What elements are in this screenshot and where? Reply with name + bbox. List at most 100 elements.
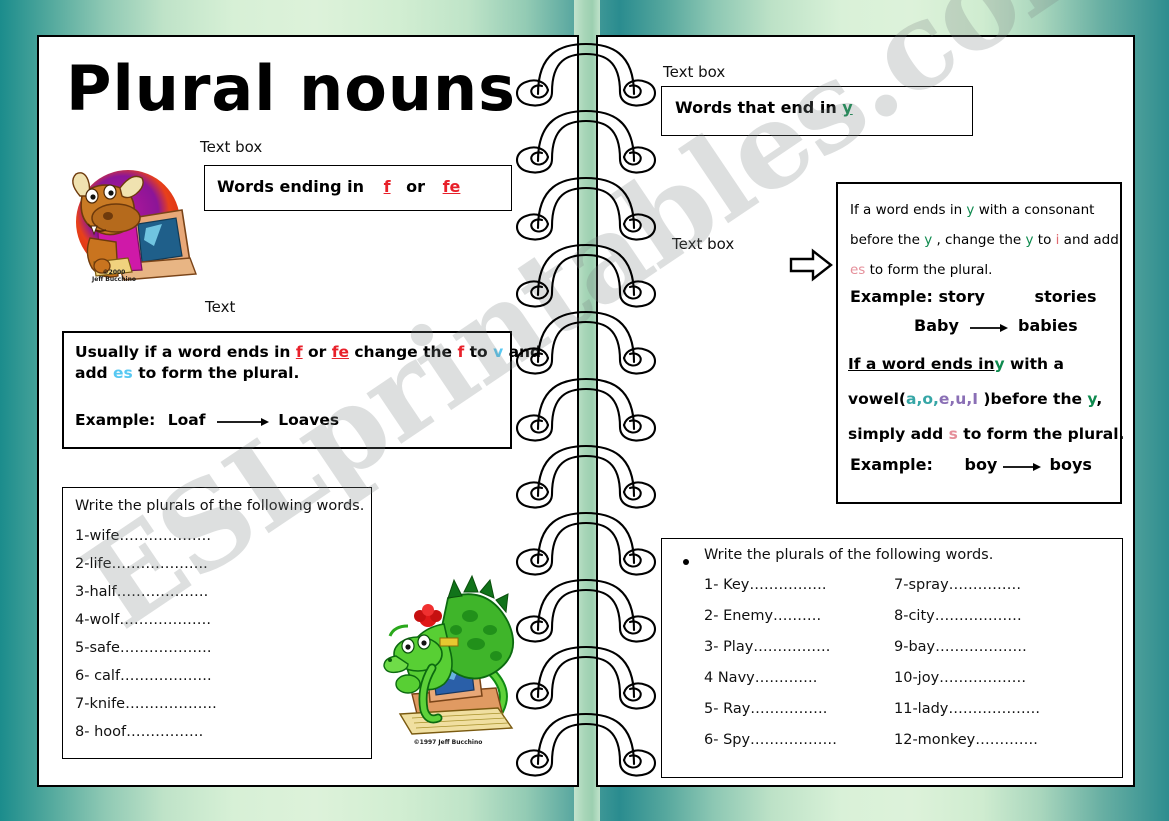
rrp2-2c: ,	[1096, 390, 1103, 408]
tb-fe: fe	[442, 177, 461, 196]
spiral-ring	[512, 641, 660, 715]
left-exercise-list: 1-wife………………. 2-life……………….. 3-half……………….…	[75, 528, 217, 752]
right-rule-box: If a word ends in y with a consonant bef…	[836, 182, 1124, 504]
left-rule-example: Example: Loaf Loaves	[75, 411, 339, 429]
rr-ex3-from: boy	[964, 455, 998, 474]
left-exercise-box: Write the plurals of the following words…	[62, 487, 372, 759]
rrp2-3a: simply add	[848, 425, 949, 443]
rr2c: to	[1033, 232, 1056, 248]
right-textbox-text: Words that end in y	[675, 98, 853, 117]
right-exercise-item: 4 Navy………….	[704, 670, 818, 686]
spiral-binding-rings	[512, 38, 662, 788]
right-exercise-item: 6- Spy………………	[704, 732, 838, 748]
bull-credit-author: Jeff Bucchino	[92, 276, 136, 283]
rr-p2-line3: simply add s to form the plural.	[848, 417, 1124, 452]
rr-ex2-from: Baby	[914, 316, 959, 335]
spiral-ring	[512, 105, 660, 179]
right-exercise-item: 10-joy………………	[894, 670, 1027, 686]
lr-fe: fe	[331, 343, 349, 361]
rr-line3: es to form the plural.	[850, 255, 1119, 285]
rr3es: es	[850, 262, 866, 278]
right-rule-example3: Example: boy boys	[850, 455, 1092, 474]
right-exercise-item: 12-monkey………….	[894, 732, 1038, 748]
rr3a: to form the plural.	[865, 262, 993, 278]
lr-a: Usually if a word ends in	[75, 343, 296, 361]
rtb-y: y	[842, 98, 853, 117]
right-exercise-item: 11-lady……………….	[894, 701, 1040, 717]
rr-p2-line2: vowel(a,o,e,u,I )before the y,	[848, 382, 1124, 417]
rrp2-1a: If a word ends in	[848, 355, 995, 373]
rr-ex1-result: stories	[1034, 287, 1097, 306]
right-exercise-item: 2- Enemy……….	[704, 608, 822, 624]
rr-ex3-to: boys	[1049, 455, 1092, 474]
lr-f: f	[295, 343, 303, 361]
right-exercise-heading: Write the plurals of the following words…	[704, 547, 994, 563]
bull-clipart-credit: ©2000 Jeff Bucchino	[84, 269, 144, 283]
left-exercise-item: 4-wolf……………….	[75, 612, 211, 628]
left-exercise-item: 1-wife……………….	[75, 528, 211, 544]
vowel-e: e	[938, 390, 950, 408]
rr2y: y	[924, 232, 933, 248]
spiral-ring	[512, 373, 660, 447]
left-rule-line1: Usually if a word ends in f or fe change…	[75, 341, 541, 363]
right-textbox-label: Text box	[663, 63, 726, 81]
lr2-a: add	[75, 364, 114, 382]
spiral-ring	[512, 172, 660, 246]
rr-ex2-to: babies	[1018, 316, 1078, 335]
rr2d: and add	[1059, 232, 1119, 248]
rr1b: with a consonant	[974, 202, 1095, 218]
dragon-at-computer-clipart	[378, 568, 526, 740]
lr2-es: es	[113, 364, 133, 382]
left-rule-line2: add es to form the plural.	[75, 364, 299, 382]
left-exercise-item: 7-knife……………….	[75, 696, 217, 712]
right-exercise-item: 8-city………………	[894, 608, 1022, 624]
rrp2-1b: with a	[1004, 355, 1064, 373]
left-exercise-item: 2-life………………..	[75, 556, 208, 572]
vowel-list: a,o,e,u,I	[906, 390, 978, 408]
right-rule-example2: Baby babies	[914, 316, 1078, 335]
bull-at-computer-clipart	[58, 166, 200, 286]
right-exercise-item: 3- Play…………….	[704, 639, 831, 655]
right-exercise-item: 7-spray……………	[894, 577, 1022, 593]
left-exercise-item: 5-safe……………….	[75, 640, 212, 656]
tb-pre: Words ending in	[217, 177, 364, 196]
lr-b: or	[302, 343, 332, 361]
right-arrow-label: Text box	[672, 235, 735, 253]
tb-or: or	[406, 177, 425, 196]
rtb-pre: Words that end in	[675, 98, 843, 117]
spiral-ring	[512, 440, 660, 514]
arrow-icon	[216, 417, 269, 426]
right-rule-example1: Example: story stories	[850, 287, 1096, 306]
left-exercise-item: 3-half……………….	[75, 584, 209, 600]
rr2b: , change the	[932, 232, 1026, 248]
vowel-a: a	[905, 390, 917, 408]
rrp2-2a: vowel(	[848, 390, 906, 408]
right-exercise-item: 5- Ray…………….	[704, 701, 828, 717]
lr-ex-to: Loaves	[278, 411, 340, 429]
right-rule-part2: If a word ends iny with a vowel(a,o,e,u,…	[848, 347, 1124, 452]
rr-ex3-label: Example:	[850, 455, 933, 474]
spiral-ring	[512, 239, 660, 313]
left-textbox-text: Words ending in f or fe	[217, 177, 460, 196]
right-textbox-y: Words that end in y	[661, 86, 973, 136]
lr-ex-label: Example:	[75, 411, 156, 429]
rrp2-2b: )before the	[978, 390, 1088, 408]
rr-ex1-label: Example: story	[850, 287, 985, 306]
lr-v: v	[493, 343, 504, 361]
spiral-ring	[512, 306, 660, 380]
tb-f: f	[383, 177, 391, 196]
left-textbox-f-fe: Words ending in f or fe	[204, 165, 512, 211]
vowel-o: o	[922, 390, 933, 408]
left-text-label: Text	[205, 298, 236, 316]
page-title: Plural nouns	[66, 52, 516, 125]
right-exercise-item: 9-bay……………….	[894, 639, 1027, 655]
rr1a: If a word ends in	[850, 202, 967, 218]
rr-p2-line1: If a word ends iny with a	[848, 347, 1124, 382]
lr-ex-from: Loaf	[167, 411, 206, 429]
rr-line2: before the y , change the y to i and add	[850, 225, 1119, 255]
right-exercise-box: Write the plurals of the following words…	[661, 538, 1123, 778]
lr-d: to	[464, 343, 494, 361]
rrp2-3s: s	[948, 425, 958, 443]
vowel-u: u	[955, 390, 967, 408]
right-exercise-item: 1- Key…………….	[704, 577, 827, 593]
